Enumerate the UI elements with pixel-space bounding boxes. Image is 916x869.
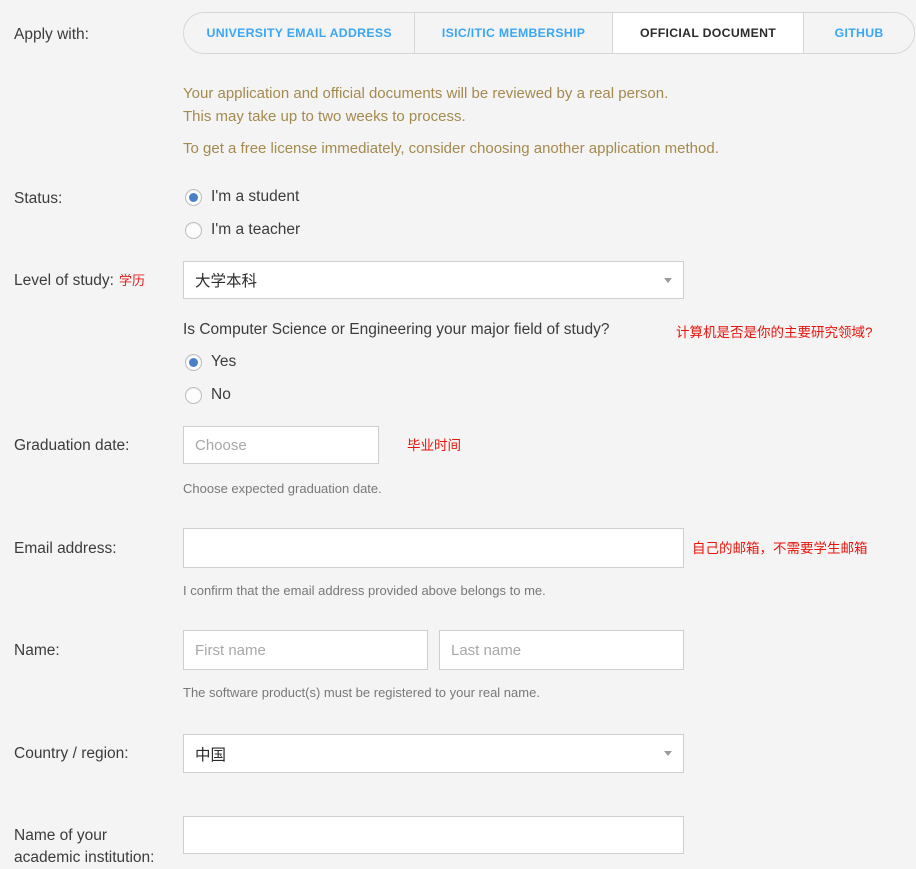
name-hint: The software product(s) must be register… <box>183 685 540 700</box>
radio-im-a-student[interactable]: I'm a student <box>185 188 299 206</box>
first-name-input[interactable] <box>183 630 428 670</box>
tab-official-document[interactable]: OFFICIAL DOCUMENT <box>613 13 804 53</box>
radio-cs-major-yes[interactable]: Yes <box>185 353 236 371</box>
chevron-down-icon <box>664 278 672 283</box>
radio-student-indicator <box>185 189 202 206</box>
tab-university-email-address[interactable]: UNIVERSITY EMAIL ADDRESS <box>184 13 415 53</box>
tab-isic-itic-membership[interactable]: ISIC/ITIC MEMBERSHIP <box>415 13 612 53</box>
tab-github[interactable]: GITHUB <box>804 13 914 53</box>
radio-teacher-indicator <box>185 222 202 239</box>
radio-no-indicator <box>185 387 202 404</box>
apply-method-tabs[interactable]: UNIVERSITY EMAIL ADDRESS ISIC/ITIC MEMBE… <box>183 12 915 54</box>
level-of-study-label-text: Level of study: <box>14 272 114 289</box>
notice-line-1: Your application and official documents … <box>183 82 668 106</box>
level-of-study-value: 大学本科 <box>195 269 664 291</box>
country-region-label: Country / region: <box>14 743 129 764</box>
institution-input[interactable] <box>183 816 684 854</box>
application-form-page: Apply with: UNIVERSITY EMAIL ADDRESS ISI… <box>0 0 916 868</box>
graduation-date-hint: Choose expected graduation date. <box>183 481 382 496</box>
level-of-study-annotation-cn: 学历 <box>119 273 145 288</box>
cs-major-question: Is Computer Science or Engineering your … <box>183 321 609 339</box>
status-label: Status: <box>14 188 62 209</box>
cs-major-annotation-cn: 计算机是否是你的主要研究领域? <box>676 324 873 342</box>
radio-student-label: I'm a student <box>211 188 299 206</box>
institution-label-line-2: academic institution: <box>14 849 154 866</box>
country-region-select[interactable]: 中国 <box>183 734 684 773</box>
radio-yes-label: Yes <box>211 353 236 371</box>
notice-line-2: This may take up to two weeks to process… <box>183 105 466 129</box>
radio-im-a-teacher[interactable]: I'm a teacher <box>185 221 300 239</box>
notice-line-3: To get a free license immediately, consi… <box>183 137 719 161</box>
radio-cs-major-no[interactable]: No <box>185 386 231 404</box>
last-name-input[interactable] <box>439 630 684 670</box>
institution-label: Name of your academic institution: <box>14 825 154 869</box>
email-hint: I confirm that the email address provide… <box>183 583 546 598</box>
name-label: Name: <box>14 640 60 661</box>
radio-teacher-label: I'm a teacher <box>211 221 300 239</box>
graduation-date-label: Graduation date: <box>14 435 129 456</box>
country-region-value: 中国 <box>195 743 664 765</box>
radio-no-label: No <box>211 386 231 404</box>
level-of-study-label: Level of study: 学历 <box>14 270 145 291</box>
radio-yes-indicator <box>185 354 202 371</box>
email-address-label: Email address: <box>14 538 117 559</box>
graduation-date-annotation-cn: 毕业时间 <box>407 437 461 455</box>
apply-with-label: Apply with: <box>14 24 89 45</box>
graduation-date-input[interactable] <box>183 426 379 464</box>
email-annotation-cn: 自己的邮箱，不需要学生邮箱 <box>692 540 868 558</box>
institution-label-line-1: Name of your <box>14 827 107 844</box>
email-address-input[interactable] <box>183 528 684 568</box>
level-of-study-select[interactable]: 大学本科 <box>183 261 684 299</box>
chevron-down-icon-country <box>664 751 672 756</box>
